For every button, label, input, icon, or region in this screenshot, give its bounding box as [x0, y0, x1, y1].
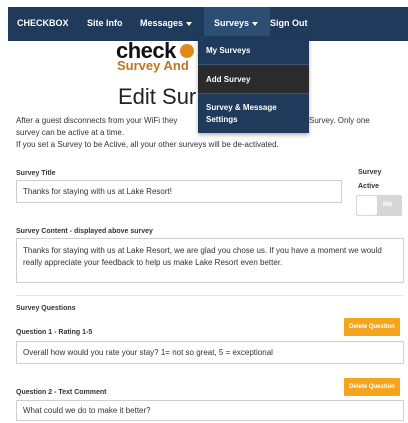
nav-messages[interactable]: Messages [140, 18, 193, 28]
chevron-down-icon [252, 21, 259, 26]
nav-brand[interactable]: CHECKBOX [17, 18, 69, 28]
survey-active-label-2: Active [358, 183, 380, 190]
survey-title-label: Survey Title [16, 170, 56, 177]
survey-active-label-1: Survey [358, 169, 382, 176]
logo-subtitle: Survey And [117, 58, 189, 73]
surveys-dropdown-menu: My Surveys Add Survey Survey & Message S… [198, 36, 309, 133]
nav-site-info[interactable]: Site Info [87, 18, 123, 28]
survey-title-input[interactable]: Thanks for staying with us at Lake Resor… [16, 180, 342, 203]
survey-content-label: Survey Content - displayed above survey [16, 228, 153, 235]
chevron-down-icon [186, 21, 193, 26]
question-2-label: Question 2 - Text Comment [16, 389, 107, 396]
question-1-label: Question 1 - Rating 1-5 [16, 329, 93, 336]
menu-item-survey-message-settings[interactable]: Survey & Message Settings [198, 94, 298, 133]
menu-item-add-survey[interactable]: Add Survey [198, 65, 309, 93]
survey-active-toggle[interactable]: No [356, 195, 402, 216]
menu-item-my-surveys[interactable]: My Surveys [198, 36, 309, 64]
nav-messages-label: Messages [140, 18, 184, 28]
page-title: Edit Sur [118, 84, 197, 109]
question-1-input[interactable]: Overall how would you rate your stay? 1=… [16, 341, 404, 364]
survey-content-textarea[interactable]: Thanks for staying with us at Lake Resor… [16, 238, 404, 283]
delete-question-1-button[interactable]: Delete Question [344, 318, 400, 336]
logo-check-icon [180, 44, 194, 58]
logo: check Survey And [116, 38, 206, 82]
toggle-state-text: No [383, 201, 393, 208]
nav-surveys[interactable]: Surveys [214, 18, 259, 28]
nav-sign-out[interactable]: Sign Out [270, 18, 308, 28]
divider [16, 295, 404, 296]
intro-line-3: If you set a Survey to be Active, all yo… [16, 140, 279, 149]
survey-questions-label: Survey Questions [16, 305, 76, 312]
delete-question-2-button[interactable]: Delete Question [344, 378, 400, 396]
question-2-input[interactable]: What could we do to make it better? [16, 400, 404, 421]
toggle-knob [357, 196, 377, 215]
nav-surveys-label: Surveys [214, 18, 250, 28]
